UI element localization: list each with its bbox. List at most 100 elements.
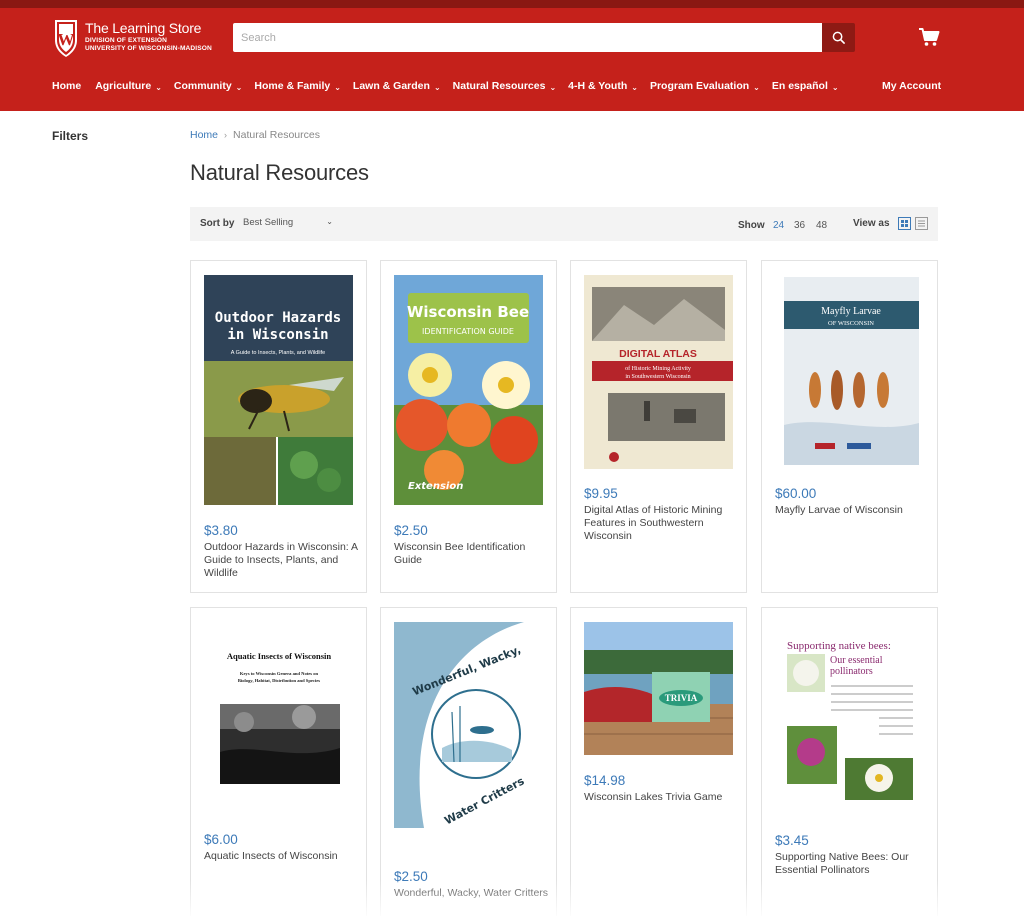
product-card[interactable]: Mayfly Larvae OF WISCONSIN $60.00 Mayfly… [761,260,938,593]
chevron-down-icon: ⌄ [433,82,441,92]
cover-brand: Extension [408,481,463,492]
show-option-24[interactable]: 24 [773,220,784,231]
search-input[interactable] [233,23,822,52]
product-card[interactable]: TRIVIA $14.98 Wisconsin Lakes Trivia Gam… [570,607,747,916]
product-cover-image[interactable]: Wisconsin Bee IDENTIFICATION GUIDE Exten… [394,275,543,505]
nav-item-natural-resources[interactable]: Natural Resources ⌄ [453,80,557,92]
nav-item-program-evaluation[interactable]: Program Evaluation ⌄ [650,80,760,92]
brand-line1: DIVISION OF EXTENSION [85,37,167,45]
nav-item-label: 4-H & Youth [568,80,628,92]
nav-item-label: En español [771,80,828,92]
breadcrumb-separator-icon: › [224,130,228,140]
nav-item-en-espa-ol[interactable]: En español ⌄ [772,80,839,92]
cover-title: TRIVIA [665,693,698,703]
uw-crest-icon: W [52,16,80,58]
product-title[interactable]: Mayfly Larvae of Wisconsin [775,504,930,517]
grid-view-button[interactable] [898,217,911,230]
product-title[interactable]: Wonderful, Wacky, Water Critters [394,887,549,900]
sort-label: Sort by [200,218,235,229]
cover-title: Outdoor Hazards [215,310,341,326]
nav-item-4-h-youth[interactable]: 4-H & Youth ⌄ [568,80,638,92]
product-title[interactable]: Aquatic Insects of Wisconsin [204,850,359,863]
product-cover-image[interactable]: Supporting native bees: Our essential po… [775,622,924,816]
cover-title: in Wisconsin [227,327,328,343]
nav-item-label: Agriculture [95,80,152,92]
page-title: Natural Resources [190,160,369,185]
cover-title: Supporting native bees: [787,640,891,652]
cover-title: pollinators [830,666,873,677]
chevron-down-icon: ⌄ [831,82,839,92]
product-price: $3.45 [775,833,809,848]
collection-toolbar: Sort by Best Selling ⌄ Show 24 36 48 Vie… [190,207,938,241]
product-price: $6.00 [204,832,238,847]
nav-item-label: Program Evaluation [649,80,750,92]
chevron-down-icon: ⌄ [753,82,760,92]
product-title[interactable]: Supporting Native Bees: Our Essential Po… [775,851,930,877]
cover-title: Our essential [830,655,883,666]
product-price: $9.95 [584,486,618,501]
product-card[interactable]: Aquatic Insects of Wisconsin Keys to Wis… [190,607,367,916]
search-button[interactable] [822,23,855,52]
brand-line2: UNIVERSITY OF WISCONSIN-MADISON [85,45,212,52]
product-card[interactable]: Outdoor Hazards in Wisconsin A Guide to … [190,260,367,593]
sort-select[interactable]: Best Selling ⌄ [243,217,333,228]
product-card[interactable]: Supporting native bees: Our essential po… [761,607,938,916]
cover-title: Keys to Wisconsin Genera and Notes on [240,671,319,676]
svg-text:W: W [58,30,75,49]
product-price: $60.00 [775,486,817,501]
product-title[interactable]: Outdoor Hazards in Wisconsin: A Guide to… [204,541,359,580]
product-cover-image[interactable]: Outdoor Hazards in Wisconsin A Guide to … [204,275,353,505]
product-title[interactable]: Digital Atlas of Historic Mining Feature… [584,504,739,543]
product-price: $3.80 [204,523,238,538]
brand-title: The Learning Store [85,20,202,37]
cover-title: Aquatic Insects of Wisconsin [227,651,332,661]
cover-title: IDENTIFICATION GUIDE [422,327,514,336]
show-option-36[interactable]: 36 [794,220,805,231]
cover-title: DIGITAL ATLAS [619,348,697,360]
product-cover-image[interactable]: Wonderful, Wacky, Water Critters [394,622,543,828]
product-cover-image[interactable]: Aquatic Insects of Wisconsin Keys to Wis… [204,622,353,822]
cart-button[interactable] [918,26,940,48]
cart-icon [919,28,940,46]
main-nav: Home Agriculture ⌄ Community ⌄ Home & Family ⌄… [52,77,839,95]
top-strip [0,0,1024,8]
product-cover-image[interactable]: DIGITAL ATLAS of Historic Mining Activit… [584,275,733,469]
nav-item-community[interactable]: Community ⌄ [174,80,242,92]
show-label: Show [738,220,765,231]
nav-item-label: Lawn & Garden [352,80,430,92]
product-card[interactable]: Wisconsin Bee IDENTIFICATION GUIDE Exten… [380,260,557,593]
nav-item-label: Home & Family [254,80,331,92]
cover-title: in Southwestern Wisconsin [625,374,690,380]
nav-item-lawn-garden[interactable]: Lawn & Garden ⌄ [353,80,441,92]
my-account-link[interactable]: My Account [882,77,941,95]
nav-item-home[interactable]: Home [52,80,81,92]
show-option-48[interactable]: 48 [816,220,827,231]
site-logo[interactable]: W The Learning Store DIVISION OF EXTENSI… [52,14,222,60]
chevron-down-icon: ⌄ [235,82,243,92]
product-price: $2.50 [394,523,428,538]
breadcrumb: Home › Natural Resources [190,129,320,141]
product-price: $2.50 [394,869,428,884]
chevron-down-icon: ⌄ [631,82,638,92]
product-cover-image[interactable]: TRIVIA [584,622,733,755]
product-title[interactable]: Wisconsin Lakes Trivia Game [584,791,739,804]
chevron-down-icon: ⌄ [334,82,341,92]
cover-title: OF WISCONSIN [828,320,874,327]
cover-title: Wisconsin Bee [407,303,529,321]
cover-subtitle: A Guide to Insects, Plants, and Wildlife [231,350,325,356]
product-card[interactable]: Wonderful, Wacky, Water Critters $2.50 W… [380,607,557,916]
cover-title: Mayfly Larvae [821,306,881,317]
nav-item-agriculture[interactable]: Agriculture ⌄ [95,80,162,92]
chevron-down-icon: ⌄ [549,82,557,92]
view-as-label: View as [853,218,890,229]
chevron-down-icon: ⌄ [155,82,162,92]
nav-item-home-family[interactable]: Home & Family ⌄ [254,80,341,92]
filters-heading[interactable]: Filters [52,129,88,143]
nav-item-label: Community [173,80,232,92]
breadcrumb-home[interactable]: Home [190,129,218,141]
list-view-button[interactable] [915,217,928,230]
product-cover-image[interactable]: Mayfly Larvae OF WISCONSIN [775,275,924,469]
product-card[interactable]: DIGITAL ATLAS of Historic Mining Activit… [570,260,747,593]
product-title[interactable]: Wisconsin Bee Identification Guide [394,541,549,567]
grid-view-icon [898,217,911,230]
